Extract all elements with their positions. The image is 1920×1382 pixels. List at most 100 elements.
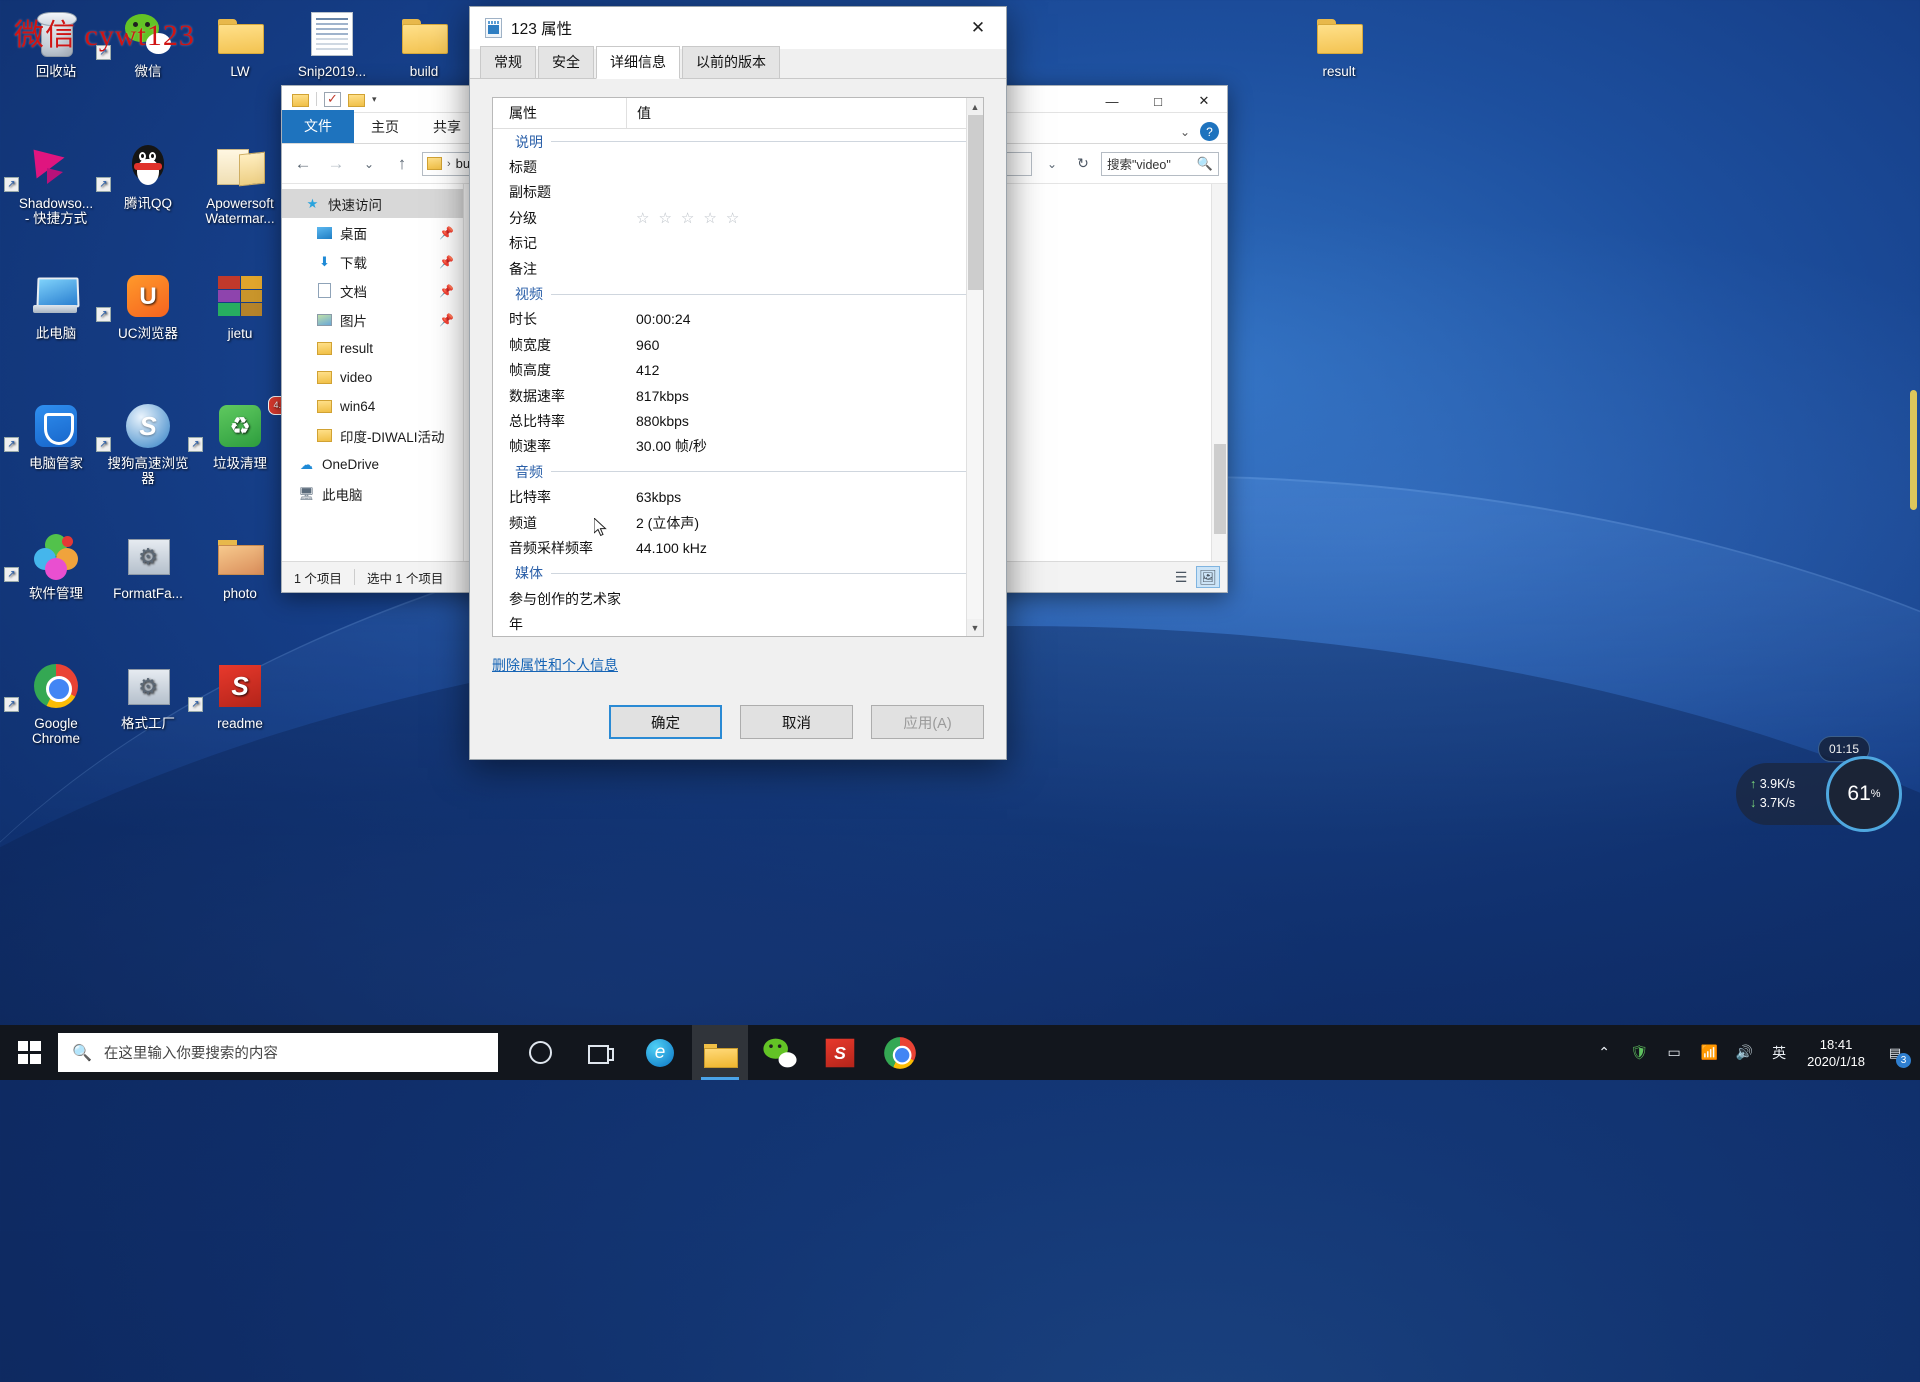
desktop-icon[interactable]: result: [1283, 8, 1395, 79]
back-arrow-icon[interactable]: ←: [290, 151, 316, 177]
scrollbar-thumb[interactable]: [1214, 444, 1226, 534]
sidebar-item[interactable]: 印度-DIWALI活动: [282, 421, 463, 450]
maximize-button[interactable]: □: [1135, 86, 1181, 116]
property-row[interactable]: 标记: [493, 231, 983, 256]
ime-indicator[interactable]: 英: [1768, 1042, 1790, 1064]
star-icon[interactable]: ☆: [681, 209, 694, 227]
dialog-button[interactable]: 确定: [609, 705, 722, 739]
property-row[interactable]: 参与创作的艺术家: [493, 586, 983, 611]
chevron-down-icon[interactable]: ⌄: [1180, 125, 1190, 139]
security-icon[interactable]: 🛡: [1628, 1042, 1650, 1064]
notification-center-icon[interactable]: ▤ 3: [1882, 1040, 1911, 1068]
taskbar[interactable]: 🔍 在这里输入你要搜索的内容 ⌃ 🛡 ▭ 📶 🔊 英 18:41 2020/1/…: [0, 1025, 1920, 1080]
forward-arrow-icon[interactable]: →: [323, 151, 349, 177]
dialog-button[interactable]: 取消: [740, 705, 853, 739]
battery-icon[interactable]: ▭: [1663, 1042, 1685, 1064]
sidebar-item[interactable]: ⬇ 下载 📌: [282, 247, 463, 276]
property-row[interactable]: 音频采样频率 44.100 kHz: [493, 535, 983, 560]
property-row[interactable]: 帧速率 30.00 帧/秒: [493, 434, 983, 459]
pin-icon[interactable]: 📌: [439, 255, 454, 269]
minimize-button[interactable]: —: [1089, 86, 1135, 116]
desktop-icon[interactable]: 4.6G↗ 垃圾清理: [184, 396, 298, 471]
star-icon[interactable]: ☆: [658, 209, 671, 227]
chevron-right-icon[interactable]: ›: [447, 158, 451, 170]
property-row[interactable]: 标题: [493, 154, 983, 179]
details-view-icon[interactable]: ☰: [1169, 566, 1193, 588]
sidebar-item[interactable]: 文档 📌: [282, 276, 463, 305]
search-icon[interactable]: 🔍: [1197, 156, 1213, 172]
properties-list[interactable]: 属性 值 说明 标题 副标题 分级 ☆ ☆ ☆ ☆ ☆ 标记 备注 视频 时长 00:00:24 帧宽度 96…: [492, 97, 984, 637]
dialog-tab[interactable]: 常规: [480, 46, 536, 78]
pin-icon[interactable]: 📌: [439, 284, 454, 298]
desktop-icon[interactable]: photo: [184, 530, 296, 601]
sidebar-item[interactable]: 🖥 此电脑: [282, 479, 463, 508]
taskbar-apps[interactable]: [512, 1025, 928, 1080]
desktop-icon[interactable]: ↗ readme: [184, 660, 296, 731]
cortana-icon[interactable]: [512, 1025, 568, 1080]
refresh-icon[interactable]: ↻: [1072, 153, 1094, 175]
property-row[interactable]: 时长 00:00:24: [493, 307, 983, 332]
microsoft-edge-icon[interactable]: [632, 1025, 688, 1080]
folder-icon[interactable]: [292, 92, 309, 107]
remove-properties-link[interactable]: 删除属性和个人信息: [492, 655, 984, 675]
ribbon-help-area[interactable]: ⌄ ?: [1180, 122, 1219, 141]
task-view-icon[interactable]: [572, 1025, 628, 1080]
customize-caret-icon[interactable]: ▾: [372, 94, 377, 105]
taskbar-clock[interactable]: 18:41 2020/1/18: [1803, 1036, 1869, 1070]
recent-locations-icon[interactable]: ⌄: [356, 151, 382, 177]
sidebar-item[interactable]: ★ 快速访问: [282, 189, 463, 218]
desktop-icon[interactable]: build: [368, 8, 480, 79]
property-row[interactable]: 帧宽度 960: [493, 332, 983, 357]
network-icon[interactable]: 📶: [1698, 1042, 1720, 1064]
desktop-icon[interactable]: jietu: [184, 270, 296, 341]
new-folder-icon[interactable]: [348, 92, 365, 107]
navigation-pane[interactable]: ★ 快速访问 桌面 📌 ⬇ 下载 📌 文档 📌 图片 📌 result video win64 印度-DIW…: [282, 184, 464, 561]
dialog-tab[interactable]: 详细信息: [596, 46, 680, 79]
scroll-up-icon[interactable]: ▲: [967, 98, 983, 115]
dialog-tab[interactable]: 安全: [538, 46, 594, 78]
property-row[interactable]: 分级 ☆ ☆ ☆ ☆ ☆: [493, 205, 983, 230]
tab-home[interactable]: 主页: [354, 112, 416, 143]
large-icons-view-icon[interactable]: 🖼: [1196, 566, 1220, 588]
dialog-tab[interactable]: 以前的版本: [682, 46, 780, 78]
up-arrow-icon[interactable]: ↑: [389, 151, 415, 177]
taskbar-search-box[interactable]: 🔍 在这里输入你要搜索的内容: [58, 1033, 498, 1072]
close-icon[interactable]: ✕: [956, 8, 1000, 48]
dialog-buttons[interactable]: 确定 取消 应用(A): [470, 685, 1006, 759]
sidebar-item[interactable]: ☁ OneDrive: [282, 450, 463, 479]
property-row[interactable]: 数据速率 817kbps: [493, 383, 983, 408]
star-icon[interactable]: ☆: [726, 209, 739, 227]
sidebar-item[interactable]: 桌面 📌: [282, 218, 463, 247]
dialog-tabs[interactable]: 常规 安全 详细信息 以前的版本: [470, 46, 1006, 79]
property-row[interactable]: 帧高度 412: [493, 358, 983, 383]
sidebar-item[interactable]: video: [282, 363, 463, 392]
properties-dialog[interactable]: 123 属性 ✕ 常规 安全 详细信息 以前的版本 属性 值 说明 标题 副标题 分级 ☆ ☆ ☆…: [469, 6, 1007, 760]
close-button[interactable]: ✕: [1181, 86, 1227, 116]
tray-chevron-icon[interactable]: ⌃: [1593, 1042, 1615, 1064]
pin-icon[interactable]: 📌: [439, 313, 454, 327]
start-button[interactable]: [0, 1025, 58, 1080]
sublime-text-icon[interactable]: [812, 1025, 868, 1080]
property-row[interactable]: 备注: [493, 256, 983, 281]
properties-scrollbar[interactable]: ▲ ▼: [966, 98, 983, 636]
tab-file[interactable]: 文件: [282, 110, 354, 143]
system-tray[interactable]: ⌃ 🛡 ▭ 📶 🔊 英 18:41 2020/1/18 ▤ 3: [1593, 1036, 1920, 1070]
property-row[interactable]: 频道 2 (立体声): [493, 510, 983, 535]
star-rating[interactable]: ☆ ☆ ☆ ☆ ☆: [626, 209, 739, 227]
pin-icon[interactable]: 📌: [439, 226, 454, 240]
sidebar-item[interactable]: 图片 📌: [282, 305, 463, 334]
dialog-title-bar[interactable]: 123 属性 ✕: [470, 7, 1006, 49]
google-chrome-icon[interactable]: [872, 1025, 928, 1080]
file-explorer-icon[interactable]: [692, 1025, 748, 1080]
star-icon[interactable]: ☆: [703, 209, 716, 227]
help-icon[interactable]: ?: [1200, 122, 1219, 141]
property-row[interactable]: 年: [493, 611, 983, 636]
property-row[interactable]: 副标题: [493, 180, 983, 205]
properties-icon[interactable]: [324, 91, 341, 107]
scroll-down-icon[interactable]: ▼: [967, 619, 983, 636]
sidebar-item[interactable]: result: [282, 334, 463, 363]
file-list-scrollbar[interactable]: [1211, 184, 1227, 561]
volume-icon[interactable]: 🔊: [1733, 1042, 1755, 1064]
wechat-icon[interactable]: [752, 1025, 808, 1080]
star-icon[interactable]: ☆: [636, 209, 649, 227]
